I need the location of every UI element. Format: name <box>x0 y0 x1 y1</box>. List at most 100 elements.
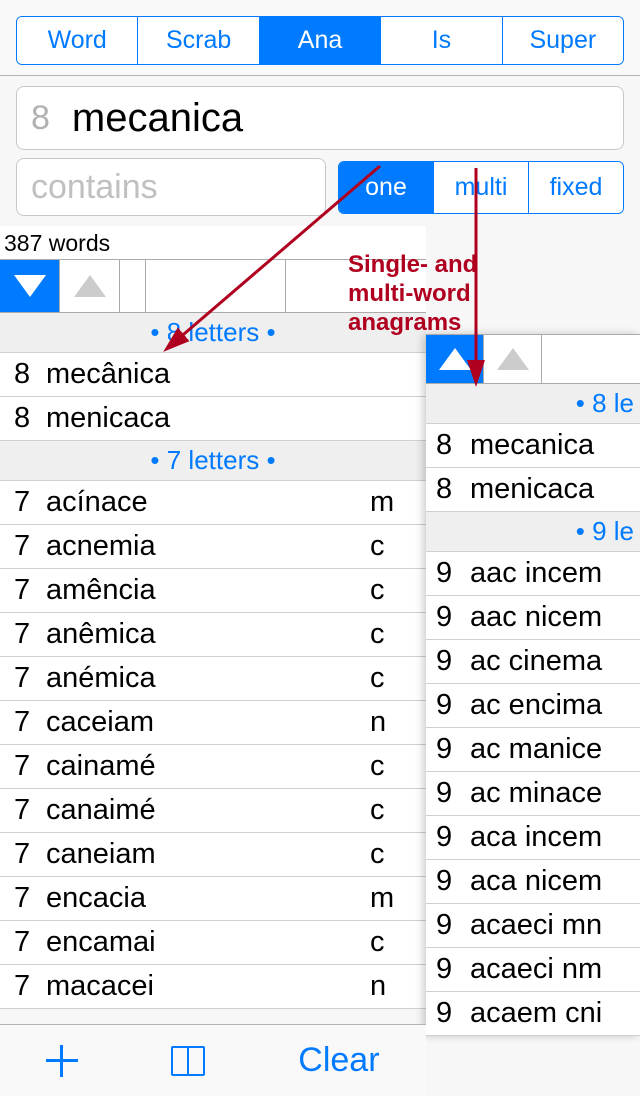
row-word: menicaca <box>468 468 640 512</box>
row-length: 7 <box>0 833 44 877</box>
row-length: 9 <box>426 640 468 684</box>
sort-desc-button[interactable] <box>0 260 60 312</box>
row-remainder: c <box>370 789 426 833</box>
table-row[interactable]: 7anêmicac <box>0 613 426 657</box>
table-row[interactable]: 8menicaca <box>426 468 640 512</box>
row-word: ac cinema <box>468 640 640 684</box>
row-length: 7 <box>0 525 44 569</box>
row-length: 9 <box>426 816 468 860</box>
table-row[interactable]: 7amênciac <box>0 569 426 613</box>
row-remainder: m <box>370 877 426 921</box>
mode-one[interactable]: one <box>339 162 434 213</box>
row-word: acnemia <box>44 525 370 569</box>
table-row[interactable]: 7encaciam <box>0 877 426 921</box>
row-length: 7 <box>0 613 44 657</box>
row-remainder: c <box>370 833 426 877</box>
row-word: acínace <box>44 481 370 525</box>
row-length: 9 <box>426 596 468 640</box>
sort-asc-button[interactable] <box>60 260 120 312</box>
sort-col3[interactable] <box>286 260 426 312</box>
tab-word[interactable]: Word <box>17 17 138 64</box>
table-row[interactable]: 8menicaca <box>0 397 426 441</box>
row-word: encacia <box>44 877 370 921</box>
row-length: 7 <box>0 701 44 745</box>
add-button[interactable] <box>46 1045 78 1077</box>
table-row[interactable]: 7canaiméc <box>0 789 426 833</box>
row-word: macacei <box>44 965 370 1009</box>
row-word: cainamé <box>44 745 370 789</box>
row-word: anêmica <box>44 613 370 657</box>
contains-input[interactable]: contains <box>16 158 326 216</box>
table-row[interactable]: 7anémicac <box>0 657 426 701</box>
table-row[interactable]: 8mecânica <box>0 353 426 397</box>
table-row[interactable]: 7caceiamn <box>0 701 426 745</box>
row-word: mecanica <box>468 424 640 468</box>
sort-asc2-button[interactable] <box>484 335 542 383</box>
table-row[interactable]: 9ac minace <box>426 772 640 816</box>
table-row[interactable]: 8mecanica <box>426 424 640 468</box>
row-remainder: c <box>370 745 426 789</box>
section-header: • 9 le <box>426 512 640 552</box>
table-row[interactable]: 9ac manice <box>426 728 640 772</box>
search-input[interactable]: mecanica <box>72 96 609 141</box>
row-remainder <box>370 353 426 397</box>
sort-col2[interactable] <box>146 260 286 312</box>
contains-placeholder: contains <box>31 168 158 207</box>
row-remainder: c <box>370 921 426 965</box>
tab-scrab[interactable]: Scrab <box>138 17 259 64</box>
table-row[interactable]: 9ac cinema <box>426 640 640 684</box>
table-row[interactable]: 7caneiamc <box>0 833 426 877</box>
row-length: 9 <box>426 948 468 992</box>
tab-is[interactable]: Is <box>381 17 502 64</box>
row-length: 9 <box>426 860 468 904</box>
row-word: amência <box>44 569 370 613</box>
search-input-container: 8 mecanica <box>16 86 624 150</box>
row-word: aac nicem <box>468 596 640 640</box>
row-word: encamai <box>44 921 370 965</box>
table-row[interactable]: 9acaem cni <box>426 992 640 1036</box>
row-remainder: c <box>370 657 426 701</box>
sort-row-right <box>426 334 640 384</box>
table-row[interactable]: 9acaeci nm <box>426 948 640 992</box>
row-word: acaeci mn <box>468 904 640 948</box>
row-length: 9 <box>426 992 468 1036</box>
dictionary-button[interactable] <box>171 1046 205 1076</box>
row-length: 8 <box>426 424 468 468</box>
table-row[interactable]: 9aca nicem <box>426 860 640 904</box>
row-word: ac manice <box>468 728 640 772</box>
table-row[interactable]: 9ac encima <box>426 684 640 728</box>
table-row[interactable]: 9acaeci mn <box>426 904 640 948</box>
row-length: 9 <box>426 552 468 596</box>
plus-icon <box>46 1045 78 1077</box>
letter-count: 8 <box>31 99 50 138</box>
table-row[interactable]: 7macacein <box>0 965 426 1009</box>
results-panel-one: 387 words • 8 letters •8mecânica8menicac… <box>0 226 426 1009</box>
row-length: 8 <box>0 353 44 397</box>
sort-asc-button[interactable] <box>426 335 484 383</box>
row-length: 7 <box>0 965 44 1009</box>
table-row[interactable]: 7acínacem <box>0 481 426 525</box>
table-row[interactable]: 9aac incem <box>426 552 640 596</box>
book-icon <box>171 1046 205 1076</box>
mode-fixed[interactable]: fixed <box>529 162 623 213</box>
triangle-up-icon <box>497 348 529 370</box>
table-row[interactable]: 7acnemiac <box>0 525 426 569</box>
row-word: acaem cni <box>468 992 640 1036</box>
table-row[interactable]: 7encamaic <box>0 921 426 965</box>
table-row[interactable]: 9aca incem <box>426 816 640 860</box>
row-length: 7 <box>0 921 44 965</box>
row-length: 7 <box>0 569 44 613</box>
tab-ana[interactable]: Ana <box>260 17 381 64</box>
row-remainder: n <box>370 701 426 745</box>
row-word: ac minace <box>468 772 640 816</box>
mode-multi[interactable]: multi <box>434 162 529 213</box>
row-remainder: c <box>370 525 426 569</box>
row-word: aca nicem <box>468 860 640 904</box>
clear-button[interactable]: Clear <box>298 1041 379 1080</box>
sort-spacer <box>120 260 146 312</box>
table-row[interactable]: 9aac nicem <box>426 596 640 640</box>
table-row[interactable]: 7cainaméc <box>0 745 426 789</box>
row-word: ac encima <box>468 684 640 728</box>
tab-super[interactable]: Super <box>503 17 623 64</box>
bottom-toolbar: Clear <box>0 1024 426 1096</box>
